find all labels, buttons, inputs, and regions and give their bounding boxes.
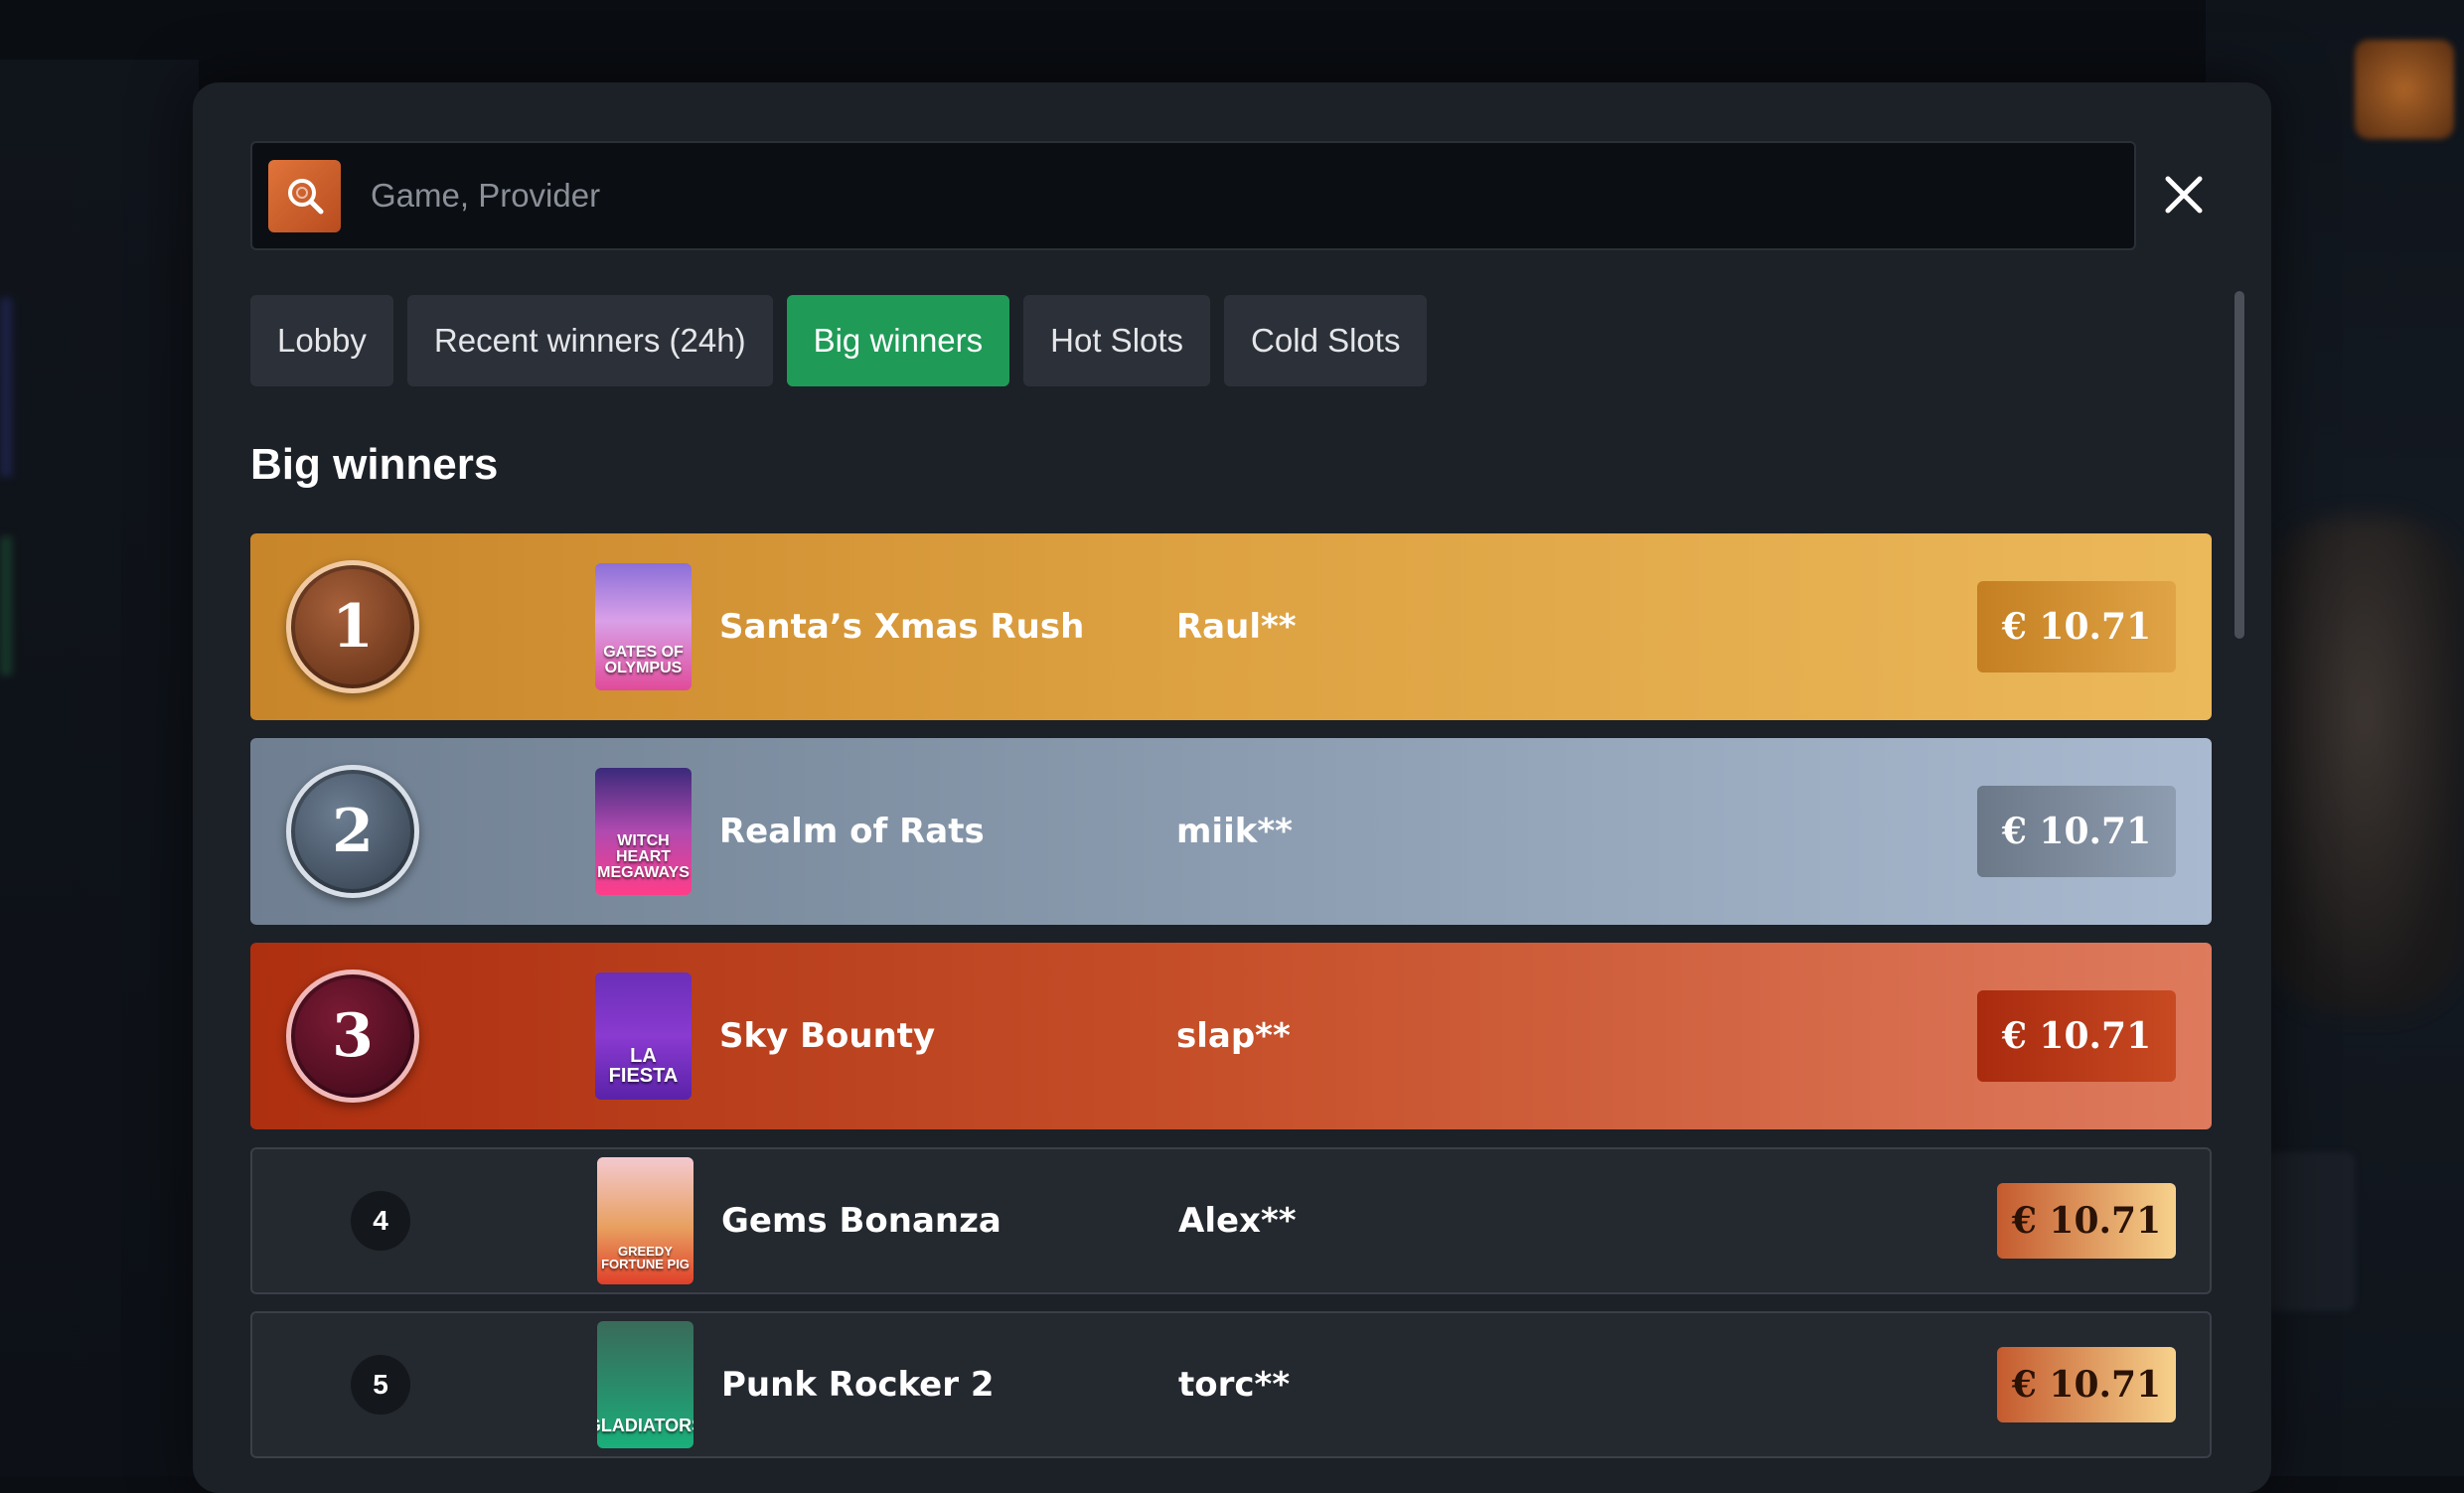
game-name[interactable]: Realm of Rats — [719, 812, 985, 851]
category-tabs: Lobby Recent winners (24h) Big winners H… — [250, 295, 1427, 386]
game-name[interactable]: Punk Rocker 2 — [721, 1365, 995, 1405]
player-name: Raul** — [1176, 607, 1297, 647]
win-amount: € 10.71 — [1997, 1347, 2176, 1422]
game-thumbnail[interactable]: LA FIESTA — [595, 972, 692, 1100]
game-thumbnail[interactable]: GLADIATORS — [597, 1321, 693, 1448]
winner-row-3[interactable]: 3 LA FIESTA Sky Bounty slap** € 10.71 — [250, 943, 2212, 1129]
player-name: miik** — [1176, 812, 1293, 851]
winner-row-2[interactable]: 2 WITCH HEART MEGAWAYS Realm of Rats mii… — [250, 738, 2212, 925]
game-name[interactable]: Gems Bonanza — [721, 1201, 1001, 1241]
game-name[interactable]: Santa’s Xmas Rush — [719, 607, 1084, 647]
section-title: Big winners — [250, 440, 498, 490]
rank-medal-silver: 2 — [286, 765, 419, 898]
background-sidebar — [0, 60, 199, 1476]
tab-lobby[interactable]: Lobby — [250, 295, 393, 386]
close-icon — [2164, 175, 2204, 215]
win-amount: € 10.71 — [1997, 1183, 2176, 1259]
tab-recent-winners[interactable]: Recent winners (24h) — [407, 295, 773, 386]
winner-row-5[interactable]: 5 GLADIATORS Punk Rocker 2 torc** € 10.7… — [250, 1311, 2212, 1458]
game-thumbnail[interactable]: WITCH HEART MEGAWAYS — [595, 768, 692, 895]
rank-medal-gold: 1 — [286, 560, 419, 693]
tab-cold-slots[interactable]: Cold Slots — [1224, 295, 1427, 386]
search-modal: Lobby Recent winners (24h) Big winners H… — [193, 82, 2271, 1493]
rank-number: 4 — [351, 1191, 410, 1251]
win-amount: € 10.71 — [1977, 786, 2176, 877]
rank-medal-bronze: 3 — [286, 970, 419, 1103]
tab-big-winners[interactable]: Big winners — [787, 295, 1010, 386]
game-name[interactable]: Sky Bounty — [719, 1016, 935, 1056]
game-thumbnail[interactable]: GREEDY FORTUNE PIG — [597, 1157, 693, 1284]
rank-number: 5 — [351, 1355, 410, 1415]
scrollbar[interactable] — [2234, 291, 2244, 639]
search-button[interactable] — [268, 160, 341, 232]
tab-hot-slots[interactable]: Hot Slots — [1023, 295, 1210, 386]
close-button[interactable] — [2159, 170, 2209, 220]
winner-row-4[interactable]: 4 GREEDY FORTUNE PIG Gems Bonanza Alex**… — [250, 1147, 2212, 1294]
game-thumbnail[interactable]: GATES OF OLYMPUS — [595, 563, 692, 690]
player-name: Alex** — [1178, 1201, 1297, 1241]
search-input[interactable] — [341, 143, 2134, 248]
player-name: torc** — [1178, 1365, 1290, 1405]
player-name: slap** — [1176, 1016, 1291, 1056]
search-icon — [284, 175, 326, 217]
search-bar — [250, 141, 2136, 250]
win-amount: € 10.71 — [1977, 990, 2176, 1082]
win-amount: € 10.71 — [1977, 581, 2176, 672]
winner-row-1[interactable]: 1 GATES OF OLYMPUS Santa’s Xmas Rush Rau… — [250, 533, 2212, 720]
